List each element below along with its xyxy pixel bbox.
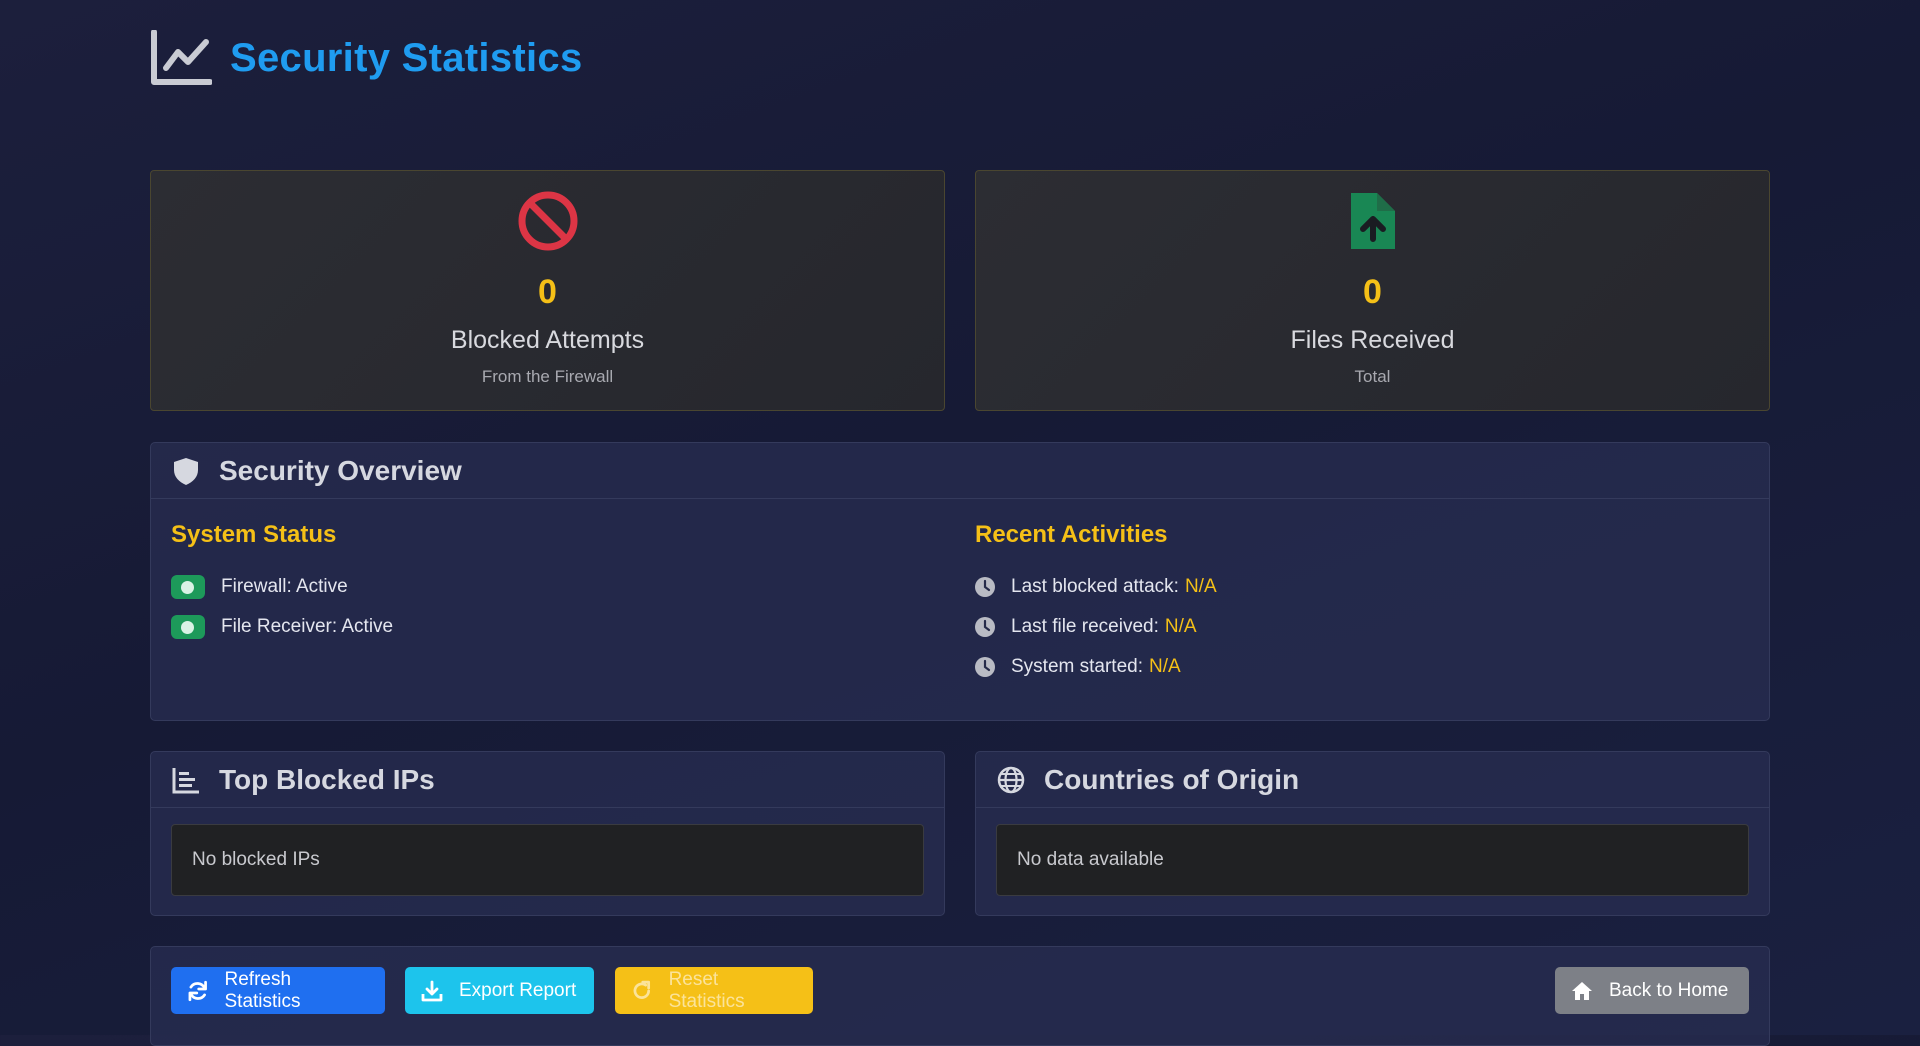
countries-of-origin-title: Countries of Origin (1044, 763, 1300, 795)
status-file-receiver: File Receiver: Active (171, 607, 393, 647)
back-to-home-button[interactable]: Back to Home (1555, 967, 1749, 1014)
top-blocked-ips-panel: Top Blocked IPs No blocked IPs (150, 751, 945, 916)
top-blocked-ips-header: Top Blocked IPs (151, 752, 944, 808)
reset-statistics-button[interactable]: Reset Statistics (615, 967, 813, 1014)
refresh-statistics-label: Refresh Statistics (224, 968, 301, 1012)
export-report-button[interactable]: Export Report (405, 967, 594, 1014)
page-title: Security Statistics (230, 35, 583, 80)
activity-system-started: System started: N/A (975, 647, 1217, 687)
activity-last-file: Last file received: N/A (975, 607, 1217, 647)
status-label: Firewall: Active (221, 576, 348, 597)
activity-label: Last blocked attack: (1011, 576, 1179, 597)
reset-statistics-label: Reset Statistics (668, 968, 745, 1012)
countries-of-origin-empty: No data available (996, 824, 1749, 896)
top-blocked-ips-title: Top Blocked IPs (219, 763, 435, 795)
globe-icon (997, 766, 1025, 793)
back-to-home-label: Back to Home (1609, 979, 1729, 1001)
chart-line-icon (151, 30, 212, 85)
bar-chart-icon (172, 767, 199, 793)
activity-label: System started: (1011, 656, 1143, 677)
blocked-attempts-sub: From the Firewall (481, 367, 614, 386)
redo-icon (633, 980, 651, 999)
recent-activities-section: Recent Activities Last blocked attack: N… (975, 521, 1217, 687)
security-overview-header: Security Overview (151, 443, 1769, 499)
files-received-sub: Total (1354, 367, 1391, 386)
files-received-card: 0 Files Received Total (975, 170, 1770, 411)
shield-icon (174, 457, 198, 485)
security-overview-title: Security Overview (219, 454, 462, 486)
blocked-attempts-label: Blocked Attempts (450, 326, 645, 354)
file-upload-icon (1350, 193, 1395, 249)
home-icon (1572, 981, 1592, 1000)
countries-of-origin-header: Countries of Origin (976, 752, 1769, 808)
blocked-attempts-card: 0 Blocked Attempts From the Firewall (150, 170, 945, 411)
clock-icon (975, 657, 995, 677)
clock-icon (975, 577, 995, 597)
refresh-icon (188, 980, 207, 1001)
activity-value: N/A (1184, 576, 1217, 597)
actions-panel: Refresh Statistics Export Report Reset S… (150, 946, 1770, 1046)
activity-value: N/A (1164, 616, 1197, 637)
page-header: Security Statistics (150, 30, 583, 86)
top-blocked-ips-empty: No blocked IPs (171, 824, 924, 896)
status-firewall: Firewall: Active (171, 567, 393, 607)
download-icon (421, 980, 443, 1001)
toggle-on-icon (171, 615, 205, 639)
files-received-value: 0 (1363, 273, 1382, 311)
security-overview-panel: Security Overview System Status Firewall… (150, 442, 1770, 721)
status-label: File Receiver: Active (221, 616, 394, 637)
activity-value: N/A (1149, 656, 1181, 677)
activity-label: Last file received: (1011, 616, 1159, 637)
toggle-on-icon (171, 575, 205, 599)
refresh-statistics-button[interactable]: Refresh Statistics (171, 967, 385, 1014)
clock-icon (975, 617, 995, 637)
blocked-attempts-value: 0 (538, 273, 557, 311)
activity-last-blocked: Last blocked attack: N/A (975, 567, 1217, 607)
countries-of-origin-panel: Countries of Origin No data available (975, 751, 1770, 916)
export-report-label: Export Report (459, 979, 577, 1001)
system-status-heading: System Status (171, 521, 337, 548)
system-status-section: System Status Firewall: Active File Rece… (171, 521, 393, 647)
ban-icon (518, 191, 577, 251)
files-received-label: Files Received (1290, 326, 1455, 354)
recent-activities-heading: Recent Activities (975, 521, 1168, 548)
